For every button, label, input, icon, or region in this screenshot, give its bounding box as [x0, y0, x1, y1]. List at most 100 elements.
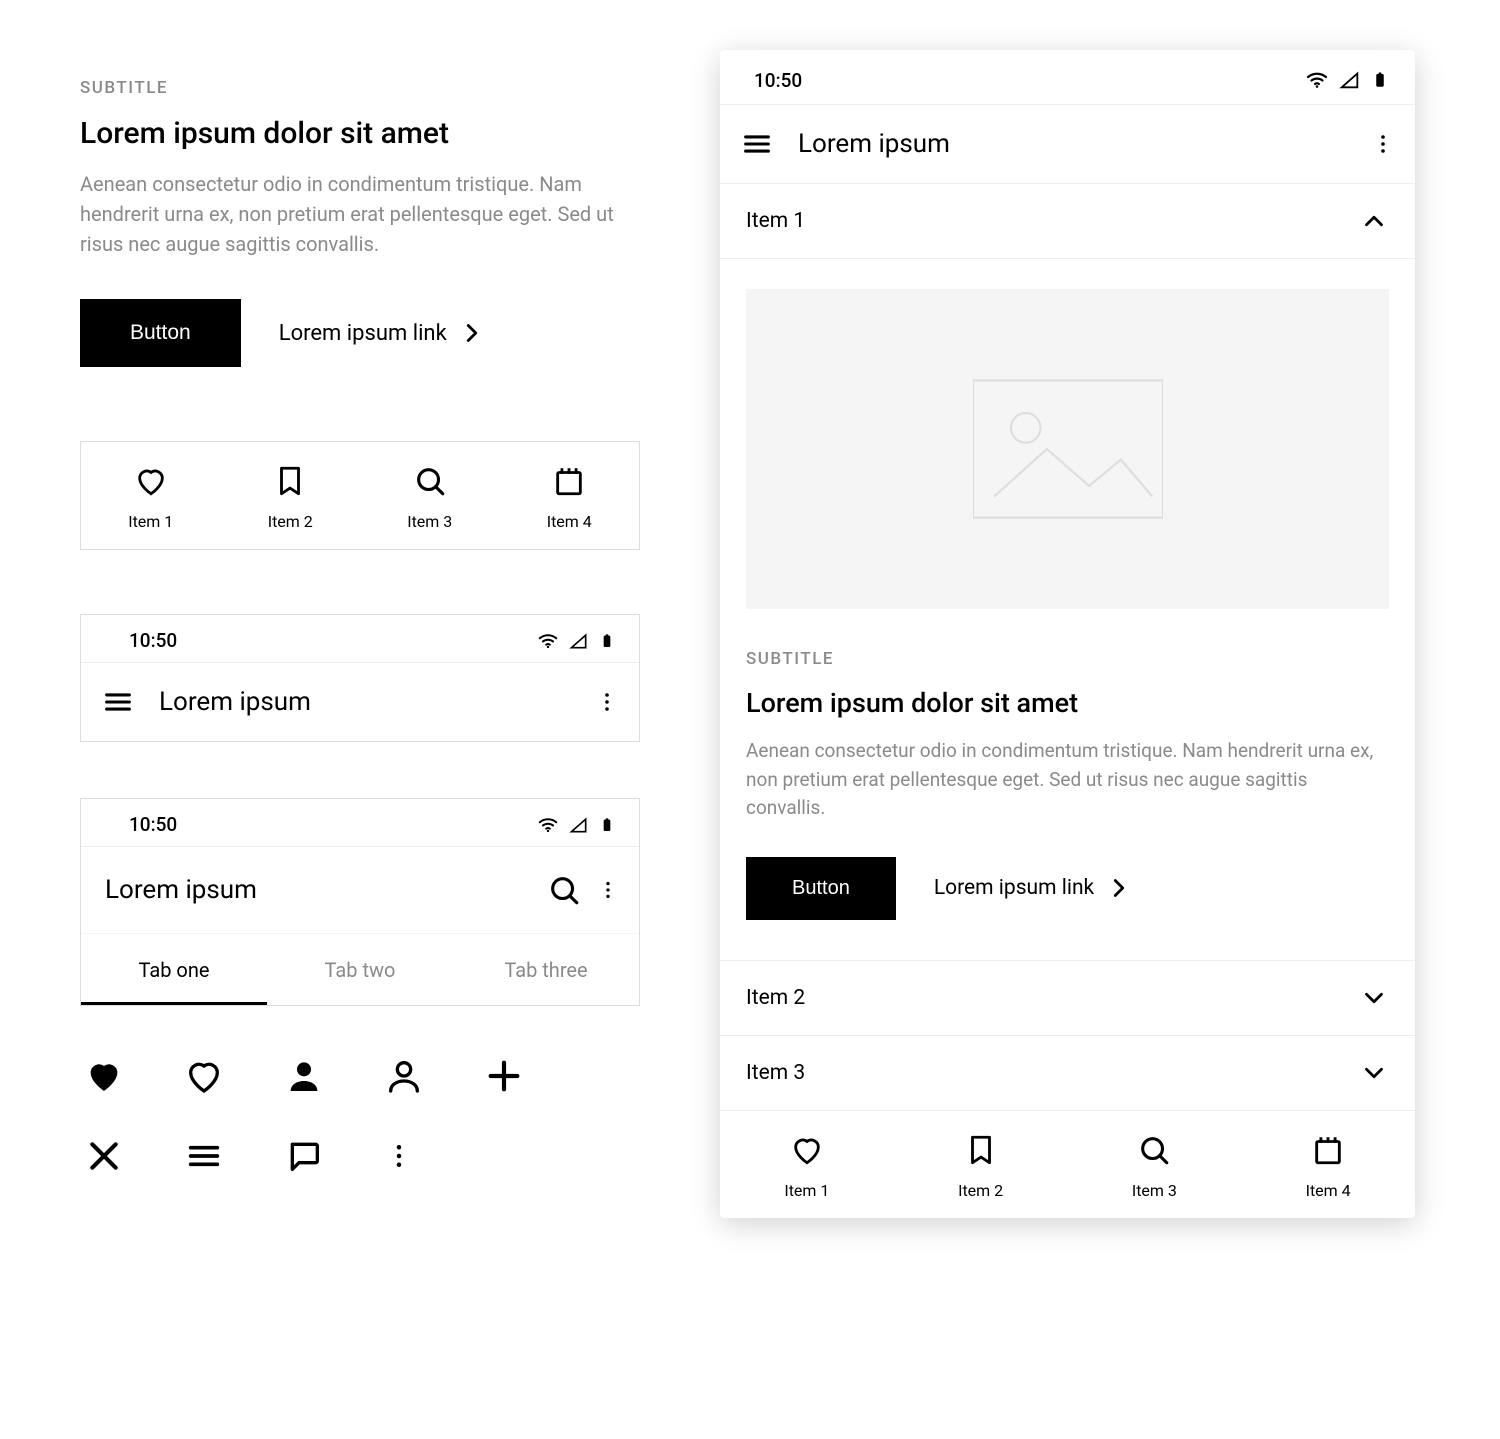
menu-icon[interactable] [740, 127, 774, 161]
calendar-icon [1311, 1133, 1345, 1167]
app-title: Lorem ipsum [105, 875, 257, 905]
nav-label: Item 1 [784, 1181, 829, 1200]
accordion-header[interactable]: Item 3 [720, 1036, 1415, 1110]
accordion-content: SUBTITLE Lorem ipsum dolor sit amet Aene… [720, 258, 1415, 960]
speech-bubble-icon [284, 1136, 324, 1176]
chevron-up-icon [1359, 206, 1389, 236]
accordion-item-1: Item 1 SUBTITLE Lorem ipsum dolor sit am… [720, 183, 1415, 960]
accordion-item-3: Item 3 [720, 1035, 1415, 1111]
nav-item-1[interactable]: Item 1 [81, 442, 221, 549]
app-bar-tabs-card: 10:50 Lorem ipsum Tab one Tab two Tab th… [80, 798, 640, 1006]
nav-item-2[interactable]: Item 2 [894, 1111, 1068, 1218]
nav-item-4[interactable]: Item 4 [1241, 1111, 1415, 1218]
chevron-down-icon [1359, 983, 1389, 1013]
search-icon [1137, 1133, 1171, 1167]
nav-label: Item 4 [1306, 1181, 1351, 1200]
tab-two[interactable]: Tab two [267, 934, 453, 1005]
app-bar-card: 10:50 Lorem ipsum [80, 614, 640, 742]
accordion-header[interactable]: Item 1 [720, 184, 1415, 258]
chevron-right-icon [1104, 873, 1134, 903]
heart-filled-icon [84, 1056, 124, 1096]
status-bar: 10:50 [720, 50, 1415, 104]
app-bar: Lorem ipsum [81, 846, 639, 933]
nav-label: Item 3 [1132, 1181, 1177, 1200]
title-text: Lorem ipsum dolor sit amet [80, 116, 640, 151]
bookmark-outline-icon [273, 464, 307, 498]
chevron-down-icon [1359, 1058, 1389, 1088]
bottom-nav: Item 1 Item 2 Item 3 Item 4 [720, 1111, 1415, 1218]
calendar-icon [552, 464, 586, 498]
accordion-item-2: Item 2 [720, 960, 1415, 1035]
body-text: Aenean consectetur odio in condimentum t… [746, 737, 1389, 823]
plus-icon [484, 1056, 524, 1096]
accordion-header[interactable]: Item 2 [720, 961, 1415, 1035]
heart-outline-icon [134, 464, 168, 498]
battery-icon [1371, 68, 1389, 92]
primary-button[interactable]: Button [80, 299, 241, 367]
nav-item-2[interactable]: Item 2 [221, 442, 361, 549]
more-vert-icon[interactable] [597, 876, 619, 904]
nav-label: Item 4 [547, 512, 592, 531]
wifi-icon [1305, 68, 1329, 92]
menu-icon[interactable] [101, 685, 135, 719]
nav-item-3[interactable]: Item 3 [1068, 1111, 1242, 1218]
search-icon[interactable] [547, 873, 581, 907]
image-placeholder [746, 289, 1389, 609]
content-block: SUBTITLE Lorem ipsum dolor sit amet Aene… [80, 78, 640, 367]
more-vert-icon [384, 1137, 414, 1175]
nav-item-1[interactable]: Item 1 [720, 1111, 894, 1218]
tab-three[interactable]: Tab three [453, 934, 639, 1005]
heart-outline-icon [184, 1056, 224, 1096]
primary-button[interactable]: Button [746, 857, 896, 920]
nav-item-3[interactable]: Item 3 [360, 442, 500, 549]
status-bar: 10:50 [81, 615, 639, 662]
nav-label: Item 1 [128, 512, 173, 531]
wifi-icon [537, 814, 559, 836]
nav-label: Item 2 [958, 1181, 1003, 1200]
nav-label: Item 3 [407, 512, 452, 531]
subtitle-text: SUBTITLE [80, 78, 640, 98]
wifi-icon [537, 630, 559, 652]
user-filled-icon [284, 1056, 324, 1096]
battery-icon [599, 814, 615, 836]
status-time: 10:50 [754, 69, 802, 92]
accordion-label: Item 1 [746, 209, 805, 233]
nav-label: Item 2 [268, 512, 313, 531]
signal-icon [1339, 69, 1361, 91]
close-icon [84, 1136, 124, 1176]
tab-bar: Tab one Tab two Tab three [81, 933, 639, 1005]
app-bar: Lorem ipsum [81, 662, 639, 741]
heart-outline-icon [790, 1133, 824, 1167]
search-icon [413, 464, 447, 498]
more-vert-icon[interactable] [1371, 129, 1395, 159]
icon-grid [80, 1056, 580, 1176]
user-outline-icon [384, 1056, 424, 1096]
more-vert-icon[interactable] [595, 688, 619, 716]
bottom-nav: Item 1 Item 2 Item 3 Item 4 [80, 441, 640, 550]
image-placeholder-icon [973, 379, 1163, 519]
subtitle-text: SUBTITLE [746, 649, 1389, 669]
battery-icon [599, 630, 615, 652]
status-time: 10:50 [129, 629, 177, 652]
signal-icon [569, 631, 589, 651]
status-time: 10:50 [129, 813, 177, 836]
bookmark-outline-icon [964, 1133, 998, 1167]
body-text: Aenean consectetur odio in condimentum t… [80, 169, 640, 259]
accordion-label: Item 2 [746, 986, 805, 1010]
tab-one[interactable]: Tab one [81, 934, 267, 1005]
phone-frame: 10:50 Lorem ipsum Item 1 SUBTI [720, 50, 1415, 1218]
primary-link[interactable]: Lorem ipsum link [934, 873, 1134, 903]
title-text: Lorem ipsum dolor sit amet [746, 687, 1389, 719]
accordion-label: Item 3 [746, 1061, 805, 1085]
app-title: Lorem ipsum [798, 129, 950, 159]
chevron-right-icon [457, 318, 487, 348]
status-bar: 10:50 [81, 799, 639, 846]
nav-item-4[interactable]: Item 4 [500, 442, 640, 549]
primary-link[interactable]: Lorem ipsum link [279, 318, 487, 348]
menu-icon [184, 1136, 224, 1176]
link-label: Lorem ipsum link [279, 321, 447, 346]
link-label: Lorem ipsum link [934, 876, 1094, 900]
signal-icon [569, 815, 589, 835]
app-bar: Lorem ipsum [720, 104, 1415, 183]
app-title: Lorem ipsum [159, 687, 311, 717]
